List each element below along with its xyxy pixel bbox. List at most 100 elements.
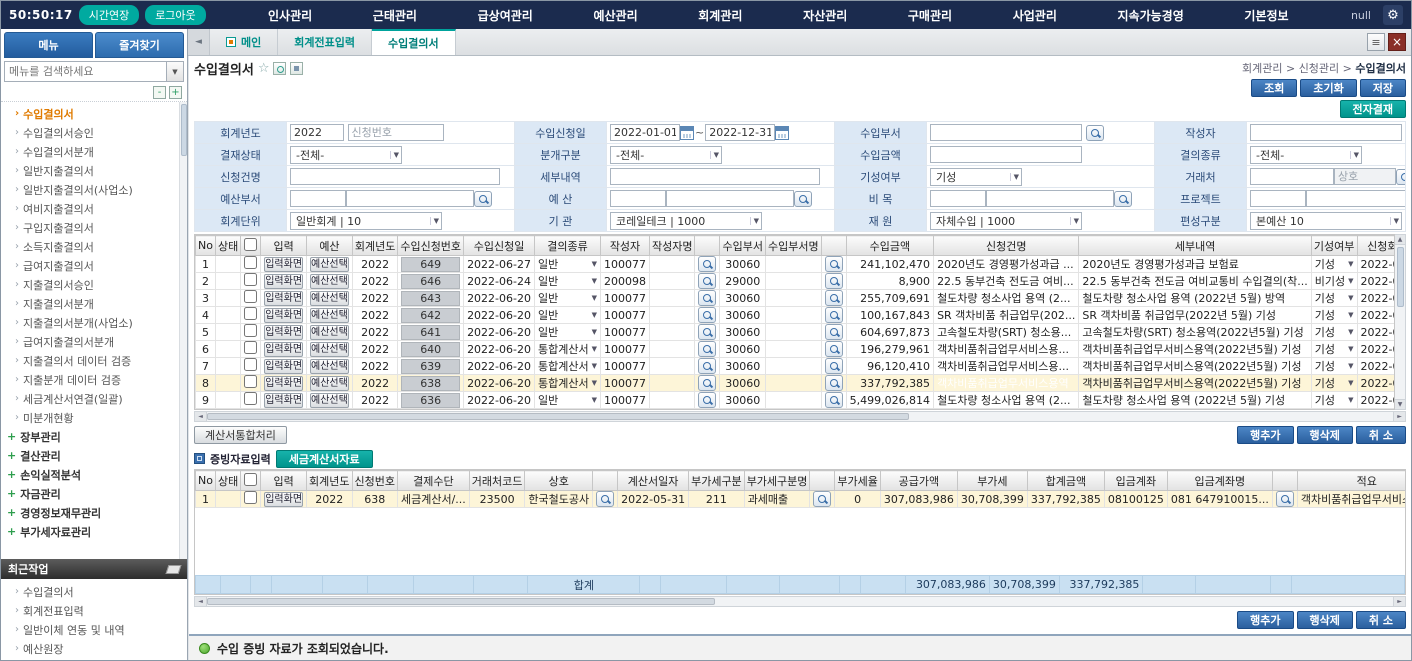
row-checkbox[interactable] xyxy=(244,290,257,303)
detail-input[interactable] xyxy=(610,168,820,185)
col-header[interactable] xyxy=(241,236,261,256)
top-menu-item[interactable]: 예산관리 xyxy=(587,7,643,24)
collapse-all-button[interactable]: - xyxy=(153,86,166,99)
sidebar-item[interactable]: ›구입지출결의서 xyxy=(3,218,178,237)
tab-수입결의서[interactable]: 수입결의서 xyxy=(372,29,456,55)
search-icon[interactable] xyxy=(1114,191,1132,207)
search-icon[interactable] xyxy=(474,191,492,207)
grid-row[interactable]: 4입력화면예산선택20226422022-06-20일반▼10007730060… xyxy=(196,307,1396,324)
sidebar-item[interactable]: ›수입결의서승인 xyxy=(3,123,178,142)
tab-scroll-left-button[interactable]: ◄ xyxy=(188,29,210,55)
expand-all-button[interactable]: + xyxy=(169,86,182,99)
sidebar-item[interactable]: ›세금계산서연결(일괄) xyxy=(3,389,178,408)
cell-button[interactable]: 예산선택 xyxy=(310,359,349,374)
col-header[interactable] xyxy=(1272,471,1297,491)
save-button[interactable]: 저장 xyxy=(1360,79,1406,97)
grid-row[interactable]: 2입력화면예산선택20226462022-06-24일반▼20009829000… xyxy=(196,273,1396,290)
cancel-button[interactable]: 취 소 xyxy=(1356,426,1406,444)
date-to-input[interactable] xyxy=(705,124,775,141)
expense-item-code-input[interactable] xyxy=(930,190,986,207)
search-icon[interactable] xyxy=(794,191,812,207)
top-menu-item[interactable]: 기본정보 xyxy=(1238,7,1294,24)
col-header[interactable]: 수입신청번호 xyxy=(398,236,464,256)
col-header[interactable]: 입금계좌 xyxy=(1104,471,1167,491)
top-menu-item[interactable]: 지속가능경영 xyxy=(1112,7,1190,24)
cell-select[interactable]: 기성▼ xyxy=(1315,256,1354,272)
income-dept-input[interactable] xyxy=(930,124,1082,141)
cell-button[interactable]: 예산선택 xyxy=(310,393,349,408)
delete-row-button[interactable]: 행삭제 xyxy=(1297,611,1353,629)
cell-button[interactable]: 입력화면 xyxy=(264,359,303,374)
sidebar-item[interactable]: ›여비지출결의서 xyxy=(3,199,178,218)
col-header[interactable]: No xyxy=(196,236,216,256)
scroll-left-icon[interactable]: ◄ xyxy=(195,597,207,606)
search-icon[interactable] xyxy=(825,358,843,374)
top-menu-item[interactable]: 구매관리 xyxy=(902,7,958,24)
row-checkbox[interactable] xyxy=(244,256,257,269)
sidebar-item[interactable]: ›지출결의서 데이터 검증 xyxy=(3,351,178,370)
cell-select[interactable]: 기성▼ xyxy=(1315,341,1354,357)
col-header[interactable] xyxy=(821,236,846,256)
col-header[interactable]: 부가세 xyxy=(957,471,1027,491)
writer-input[interactable] xyxy=(1250,124,1402,141)
favorite-star-icon[interactable]: ☆ xyxy=(258,61,270,76)
top-menu-item[interactable]: 급상여관리 xyxy=(472,7,539,24)
sidebar-item[interactable]: ›지출결의서승인 xyxy=(3,275,178,294)
col-header[interactable]: 결제수단 xyxy=(398,471,470,491)
agency-select[interactable]: 코레일테크 | 1000▼ xyxy=(610,212,762,230)
sidebar-item[interactable]: +부가세자료관리 xyxy=(3,522,178,541)
grid-row[interactable]: 1입력화면2022638세금계산서/...23500한국철도공사2022-05-… xyxy=(196,491,1407,508)
search-icon[interactable] xyxy=(698,341,716,357)
col-header[interactable]: 수입신청일 xyxy=(464,236,535,256)
search-icon[interactable] xyxy=(813,491,831,507)
top-menu-item[interactable]: 사업관리 xyxy=(1007,7,1063,24)
expense-item-name-input[interactable] xyxy=(986,190,1114,207)
row-checkbox[interactable] xyxy=(244,273,257,286)
sidebar-item[interactable]: ›지출분개 데이터 검증 xyxy=(3,370,178,389)
search-icon[interactable] xyxy=(825,256,843,272)
chevron-down-icon[interactable]: ▼ xyxy=(166,62,183,81)
decision-type-select[interactable]: -전체-▼ xyxy=(1250,146,1362,164)
top-menu-item[interactable]: 인사관리 xyxy=(262,7,318,24)
sidebar-item[interactable]: ›지출결의서분개 xyxy=(3,294,178,313)
close-tab-icon[interactable]: × xyxy=(1388,33,1406,51)
cell-select[interactable]: 일반▼ xyxy=(538,307,597,323)
scroll-down-icon[interactable]: ▼ xyxy=(1395,399,1405,409)
col-header[interactable]: 공급가액 xyxy=(880,471,957,491)
search-icon[interactable] xyxy=(825,273,843,289)
col-header[interactable]: 수입부서 xyxy=(720,236,765,256)
search-icon[interactable] xyxy=(825,307,843,323)
calendar-icon[interactable] xyxy=(775,126,789,140)
scrollbar-thumb[interactable] xyxy=(1397,247,1404,307)
sidebar-item[interactable]: ›수입결의서 xyxy=(3,104,178,123)
budget-code-input[interactable] xyxy=(610,190,666,207)
sidebar-item[interactable]: ›수입결의서 xyxy=(3,582,185,601)
scroll-up-icon[interactable]: ▲ xyxy=(1395,235,1405,245)
search-icon[interactable] xyxy=(698,375,716,391)
col-header[interactable]: 부가세구분 xyxy=(689,471,745,491)
vendor-name-input[interactable] xyxy=(1334,168,1396,185)
cell-select[interactable]: 일반▼ xyxy=(538,392,597,408)
cell-button[interactable]: 입력화면 xyxy=(264,274,303,289)
col-header[interactable]: 예산 xyxy=(307,236,353,256)
sidebar-item[interactable]: ›소득지출결의서 xyxy=(3,237,178,256)
top-menu-item[interactable]: 근태관리 xyxy=(367,7,423,24)
sidebar-item[interactable]: ›미분개현황 xyxy=(3,408,178,427)
sidebar-item[interactable]: +결산관리 xyxy=(3,446,178,465)
extend-time-button[interactable]: 시간연장 xyxy=(79,5,139,25)
income-amount-input[interactable] xyxy=(930,146,1082,163)
cell-button[interactable]: 예산선택 xyxy=(310,376,349,391)
cell-select[interactable]: 기성▼ xyxy=(1315,324,1354,340)
row-checkbox[interactable] xyxy=(244,392,257,405)
approval-status-select[interactable]: -전체-▼ xyxy=(290,146,402,164)
cell-select[interactable]: 통합계산서▼ xyxy=(538,358,597,374)
invoice-merge-button[interactable]: 계산서통합처리 xyxy=(194,426,287,444)
col-header[interactable] xyxy=(593,471,618,491)
grid-row[interactable]: 7입력화면예산선택20226392022-06-20통합계산서▼10007730… xyxy=(196,358,1396,375)
fund-source-select[interactable]: 자체수입 | 1000▼ xyxy=(930,212,1082,230)
col-header[interactable]: 부가세율 xyxy=(835,471,880,491)
request-title-input[interactable] xyxy=(290,168,500,185)
cell-select[interactable]: 일반▼ xyxy=(538,324,597,340)
sidebar-tab-favorites[interactable]: 즐겨찾기 xyxy=(95,32,184,58)
col-header[interactable]: 입력 xyxy=(261,471,307,491)
